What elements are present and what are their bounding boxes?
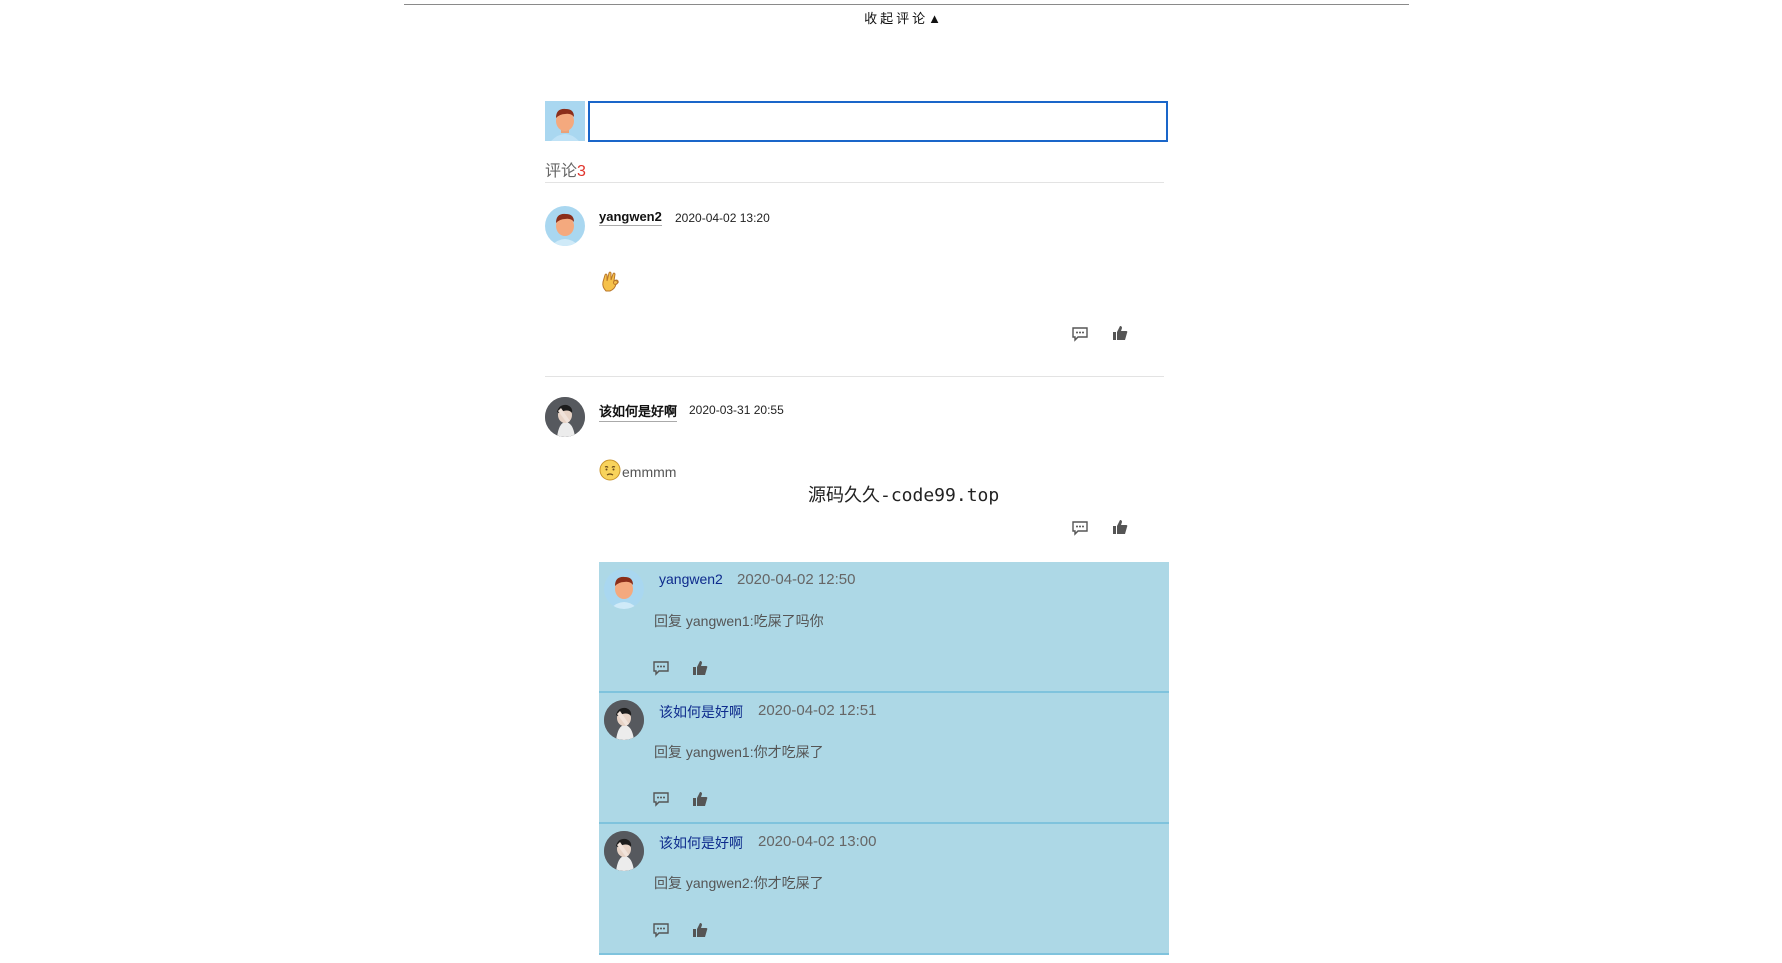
reply-text: 回复 yangwen1:你才吃屎了 [654, 744, 824, 760]
reply-text: 回复 yangwen1:吃屎了吗你 [654, 613, 824, 629]
comment-text: emmmm [622, 463, 677, 480]
comment-input[interactable] [588, 101, 1168, 142]
comment-content [599, 269, 624, 296]
comment-time: 2020-03-31 20:55 [689, 403, 784, 417]
reply-icon[interactable] [1071, 520, 1089, 536]
reply-username[interactable]: 该如何是好啊 [659, 833, 743, 853]
ok-hand-icon [599, 269, 623, 296]
like-icon[interactable] [1111, 519, 1129, 535]
collapse-comments-button[interactable]: 收起评论▲ [0, 8, 1782, 27]
reply-icon[interactable] [652, 791, 670, 807]
like-icon[interactable] [691, 791, 709, 807]
reply-item: 该如何是好啊 2020-04-02 12:51 回复 yangwen1:你才吃屎… [599, 693, 1169, 824]
reply-time: 2020-04-02 12:51 [758, 702, 877, 719]
comment-time: 2020-04-02 13:20 [675, 211, 770, 225]
pensive-face-icon [599, 459, 621, 484]
current-user-avatar [545, 101, 585, 141]
reply-icon[interactable] [652, 922, 670, 938]
avatar[interactable] [604, 569, 644, 609]
like-icon[interactable] [1111, 325, 1129, 341]
reply-list: yangwen2 2020-04-02 12:50 回复 yangwen1:吃屎… [599, 562, 1169, 955]
like-icon[interactable] [691, 660, 709, 676]
comment-count-label: 评论 [545, 163, 578, 180]
avatar[interactable] [545, 397, 585, 437]
comment-count-number: 3 [577, 163, 586, 180]
top-divider [404, 4, 1409, 5]
reply-username[interactable]: yangwen2 [659, 571, 723, 587]
reply-username[interactable]: 该如何是好啊 [659, 702, 743, 722]
comment-username[interactable]: yangwen2 [599, 209, 662, 226]
comment-count: 评论3 [545, 157, 586, 181]
avatar[interactable] [604, 700, 644, 740]
like-icon[interactable] [691, 922, 709, 938]
reply-time: 2020-04-02 12:50 [737, 571, 856, 588]
divider [545, 376, 1164, 377]
reply-icon[interactable] [652, 660, 670, 676]
avatar[interactable] [545, 206, 585, 246]
comment-content: emmmm [599, 459, 676, 484]
comment-username[interactable]: 该如何是好啊 [599, 401, 678, 422]
divider [545, 182, 1164, 183]
reply-time: 2020-04-02 13:00 [758, 833, 877, 850]
reply-text: 回复 yangwen2:你才吃屎了 [654, 875, 824, 891]
reply-item: yangwen2 2020-04-02 12:50 回复 yangwen1:吃屎… [599, 562, 1169, 693]
reply-icon[interactable] [1071, 326, 1089, 342]
avatar[interactable] [604, 831, 644, 871]
watermark: 源码久久-code99.top [808, 485, 1000, 506]
reply-item: 该如何是好啊 2020-04-02 13:00 回复 yangwen2:你才吃屎… [599, 824, 1169, 955]
